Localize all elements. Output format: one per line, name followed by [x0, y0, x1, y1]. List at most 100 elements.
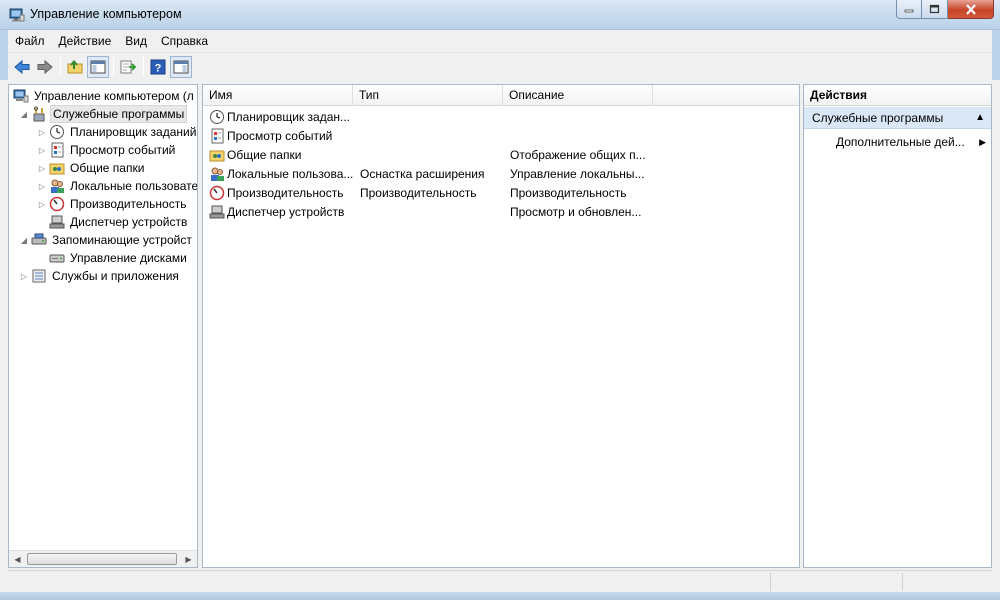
export-list-button[interactable]	[117, 56, 139, 78]
tree-item-local-users[interactable]: ▷ Локальные пользовате	[37, 177, 197, 195]
list-item-description: Отображение общих п...	[510, 148, 646, 162]
window-border-bottom	[0, 592, 1000, 600]
tree-item-label: Управление компьютером (л	[34, 89, 194, 103]
storage-icon	[31, 233, 47, 245]
event-viewer-icon	[211, 128, 224, 144]
shared-folders-icon	[209, 150, 225, 162]
list-item[interactable]: Планировщик задан...	[203, 108, 799, 127]
performance-icon	[49, 196, 65, 212]
list-item[interactable]: Диспетчер устройств Просмотр и обновлен.…	[203, 203, 799, 222]
scroll-left-icon[interactable]: ◀	[9, 551, 26, 567]
scroll-right-icon[interactable]: ▶	[180, 551, 197, 567]
tree-item-label: Службы и приложения	[52, 269, 179, 283]
list-item-description	[510, 127, 650, 146]
tree-item-storage[interactable]: ◢ Запоминающие устройст	[19, 231, 194, 249]
back-button[interactable]	[11, 56, 33, 78]
list-cell-name: Просмотр событий	[209, 127, 353, 146]
tree-item-services-applications[interactable]: ▷ Службы и приложения	[19, 267, 181, 285]
close-icon	[965, 3, 976, 15]
list-item-name: Планировщик задан...	[227, 110, 350, 124]
clock-icon	[50, 125, 64, 139]
expand-arrow-icon[interactable]: ▷	[37, 159, 47, 177]
menu-help[interactable]: Справка	[154, 30, 215, 52]
list-item-name: Общие папки	[227, 148, 302, 162]
expand-arrow-icon[interactable]: ▷	[37, 123, 47, 141]
tree-horizontal-scrollbar[interactable]: ◀ ▶	[9, 550, 197, 567]
tree-item-performance[interactable]: ▷ Производительность	[37, 195, 188, 213]
list-item-description: Управление локальны...	[510, 167, 645, 181]
column-header-description[interactable]: Описание	[503, 85, 653, 106]
users-icon	[51, 179, 64, 193]
list-item-name: Производительность	[227, 186, 344, 200]
submenu-arrow-icon: ▶	[979, 137, 986, 147]
menu-file[interactable]: Файл	[8, 30, 52, 52]
minimize-button[interactable]	[896, 0, 922, 19]
list-item-name: Локальные пользова...	[227, 167, 353, 181]
toolbar-separator	[113, 56, 114, 77]
list-item[interactable]: Локальные пользова... Оснастка расширени…	[203, 165, 799, 184]
tree-item-shared-folders[interactable]: ▷ Общие папки	[37, 159, 146, 177]
expand-arrow-icon[interactable]: ▷	[37, 141, 47, 159]
close-button[interactable]	[948, 0, 994, 19]
collapse-arrow-icon[interactable]: ◢	[19, 231, 29, 249]
up-one-level-button[interactable]	[64, 56, 86, 78]
disk-management-icon	[49, 254, 65, 263]
collapse-up-icon[interactable]: ▲	[975, 107, 985, 129]
list-header: Имя Тип Описание	[203, 85, 799, 106]
console-tree-pane: Управление компьютером (л ◢ Служебные пр…	[8, 84, 198, 568]
tree-item-label: Просмотр событий	[70, 143, 176, 157]
tree-item-computer-management[interactable]: Управление компьютером (л	[11, 87, 196, 105]
list-item-name: Просмотр событий	[227, 129, 333, 143]
column-header-name[interactable]: Имя	[203, 85, 353, 106]
scrollbar-thumb[interactable]	[27, 553, 177, 565]
window-title: Управление компьютером	[30, 7, 182, 21]
list-item-name: Диспетчер устройств	[227, 205, 345, 219]
show-hide-action-pane-button[interactable]	[170, 55, 192, 78]
list-item[interactable]: Производительность Производительность Пр…	[203, 184, 799, 203]
expand-arrow-icon[interactable]: ▷	[37, 177, 47, 195]
shared-folders-icon	[49, 163, 65, 175]
svg-text:?: ?	[155, 62, 162, 74]
list-cell-name: Общие папки	[209, 146, 353, 165]
computer-management-icon	[13, 89, 29, 103]
forward-button[interactable]	[34, 56, 56, 78]
event-viewer-icon	[51, 142, 64, 158]
back-arrow-icon	[14, 59, 30, 74]
actions-pane: Действия Служебные программы ▲ Дополните…	[803, 84, 992, 568]
list-cell-name: Диспетчер устройств	[209, 203, 353, 222]
list-item-type: Оснастка расширения	[360, 167, 485, 181]
forward-arrow-icon	[37, 59, 53, 74]
menu-action[interactable]: Действие	[52, 30, 119, 52]
expand-arrow-icon[interactable]: ▷	[37, 195, 47, 213]
up-folder-icon	[67, 59, 83, 73]
toolbar-separator	[143, 56, 144, 77]
more-actions-item[interactable]: Дополнительные дей... ▶	[836, 133, 986, 151]
collapse-arrow-icon[interactable]: ◢	[19, 105, 29, 123]
export-list-icon	[120, 60, 137, 73]
list-item-type	[360, 146, 500, 165]
menu-view[interactable]: Вид	[118, 30, 154, 52]
list-item[interactable]: Просмотр событий	[203, 127, 799, 146]
list-item[interactable]: Общие папки Отображение общих п...	[203, 146, 799, 165]
tree-item-system-tools[interactable]: ◢ Служебные программы	[19, 105, 188, 123]
list-item-type	[360, 127, 500, 146]
expand-arrow-icon[interactable]: ▷	[19, 267, 29, 285]
column-header-type[interactable]: Тип	[353, 85, 503, 106]
show-hide-tree-button[interactable]	[87, 55, 109, 78]
window-controls	[896, 0, 994, 20]
status-bar	[8, 570, 992, 592]
show-hide-tree-icon	[90, 60, 106, 73]
tree-item-disk-management[interactable]: Управление дисками	[47, 249, 189, 267]
services-icon	[32, 269, 46, 283]
help-button[interactable]: ?	[147, 56, 169, 78]
maximize-button[interactable]	[922, 0, 948, 19]
list-item-description: Просмотр и обновлен...	[510, 205, 642, 219]
tree-item-device-manager[interactable]: Диспетчер устройств	[47, 213, 189, 231]
tree-item-task-scheduler[interactable]: ▷ Планировщик заданий	[37, 123, 197, 141]
actions-section-system-tools[interactable]: Служебные программы ▲	[804, 107, 991, 129]
list-cell-name: Локальные пользова...	[209, 165, 353, 184]
list-cell-name: Производительность	[209, 184, 353, 203]
tree-item-label: Запоминающие устройст	[52, 233, 192, 247]
toolbar: ?	[8, 52, 992, 80]
tree-item-event-viewer[interactable]: ▷ Просмотр событий	[37, 141, 177, 159]
